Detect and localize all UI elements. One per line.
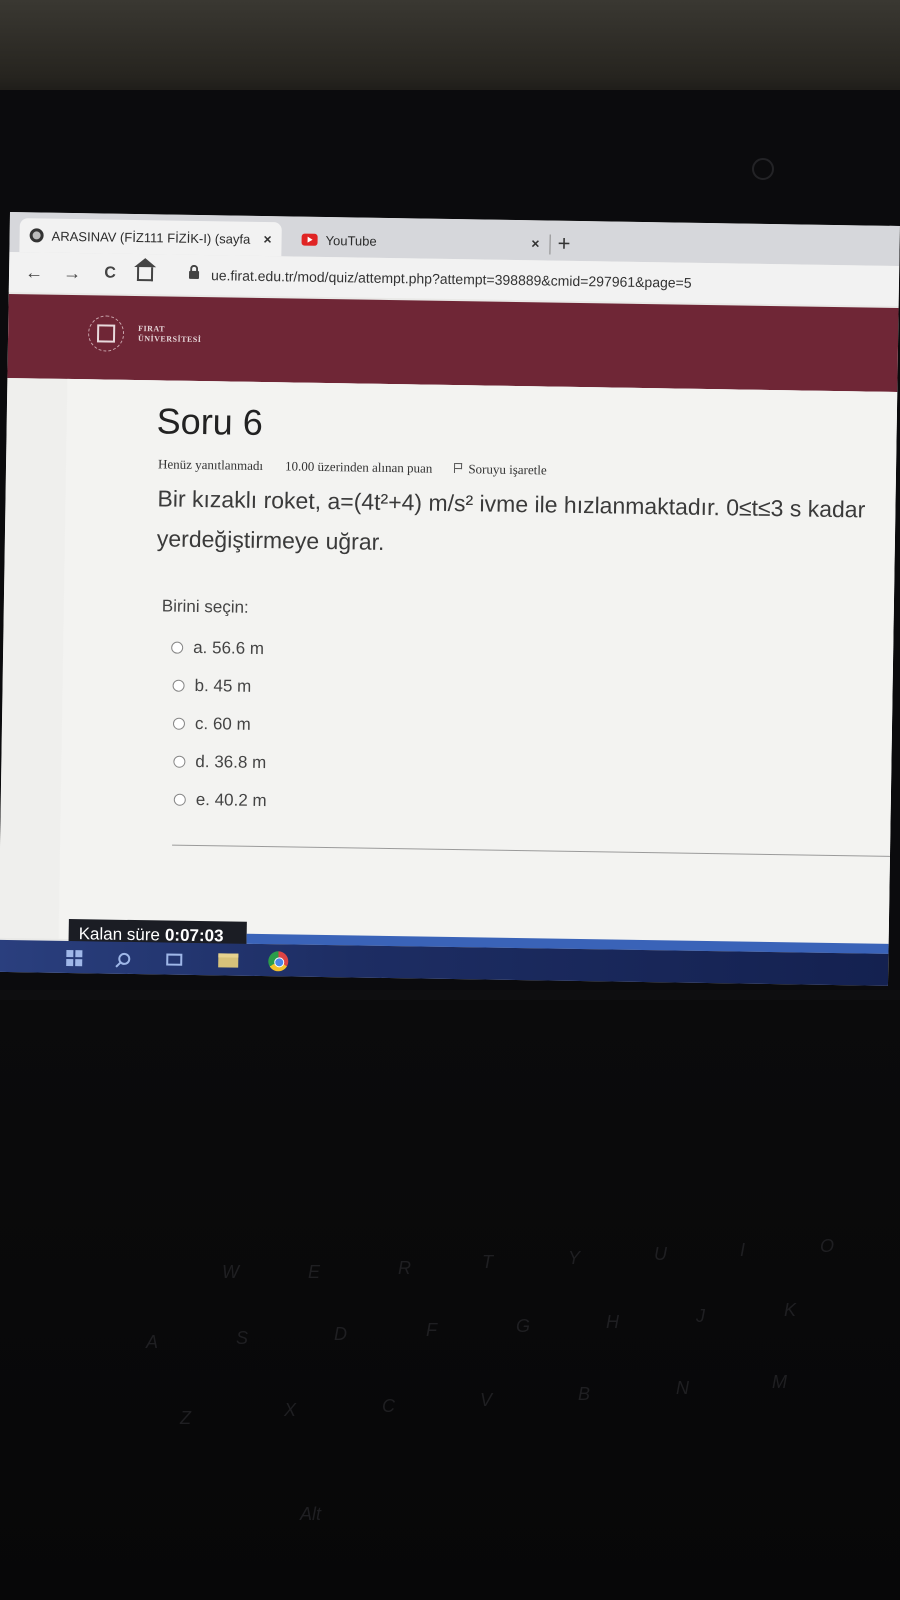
laptop-keyboard: W E R T Y U I O A S D F G H J K Z X C V … [0, 1000, 900, 1600]
reload-icon[interactable]: C [97, 264, 123, 282]
site-header: FIRAT ÜNİVERSİTESİ [7, 293, 899, 392]
option-label: d. 36.8 m [195, 751, 267, 773]
logo-emblem [96, 324, 116, 343]
key-x: X [284, 1400, 297, 1420]
key-t: T [482, 1252, 493, 1272]
answer-option-b[interactable]: b. 45 m [172, 667, 268, 707]
lock-icon[interactable] [188, 270, 200, 279]
key-k: K [784, 1300, 797, 1320]
option-label: c. 60 m [194, 713, 251, 734]
task-view-icon[interactable] [166, 953, 183, 966]
key-m: M [772, 1372, 787, 1392]
key-b: B [578, 1384, 591, 1404]
question-points: 10.00 üzerinden alınan puan [284, 458, 433, 476]
tab-quiz[interactable]: ARASINAV (FİZ111 FİZİK-I) (sayfa × [19, 218, 282, 257]
key-alt: Alt [300, 1504, 322, 1524]
flag-label: Soruyu işaretle [468, 461, 547, 478]
tab-title: ARASINAV (FİZ111 FİZİK-I) (sayfa [51, 228, 251, 247]
quiz-content: Soru 6 Henüz yanıtlanmadı 10.00 üzerinde… [0, 377, 898, 952]
key-g: G [516, 1316, 531, 1336]
search-icon[interactable] [118, 952, 131, 965]
option-label: a. 56.6 m [193, 637, 265, 659]
question-status: Henüz yanıtlanmadı [157, 456, 264, 474]
key-h: H [606, 1312, 619, 1332]
answer-options: a. 56.6 m b. 45 m c. 60 m d. 36.8 m e. 4… [168, 629, 269, 821]
chrome-icon[interactable] [268, 951, 289, 972]
key-c: C [382, 1396, 395, 1416]
key-e: E [308, 1262, 321, 1282]
radio-button[interactable] [173, 793, 186, 806]
key-r: R [398, 1258, 411, 1278]
back-icon[interactable]: ← [21, 262, 47, 283]
answer-option-e[interactable]: e. 40.2 m [173, 781, 267, 820]
key-j: J [696, 1306, 705, 1326]
key-f: F [426, 1320, 437, 1340]
tab-close-icon[interactable]: × [263, 231, 271, 247]
option-label: e. 40.2 m [195, 789, 267, 811]
answer-option-a[interactable]: a. 56.6 m [171, 629, 269, 669]
answer-option-d[interactable]: d. 36.8 m [173, 743, 267, 782]
key-z: Z [180, 1408, 191, 1428]
youtube-favicon-icon [301, 233, 318, 246]
webcam-icon [752, 158, 774, 180]
key-d: D [334, 1324, 347, 1344]
key-i: I [740, 1240, 746, 1260]
question-text: Bir kızaklı roket, a=(4t²+4) m/s² ivme i… [156, 485, 866, 555]
key-u: U [654, 1244, 667, 1264]
question-title: Soru 6 [156, 400, 264, 443]
forward-icon[interactable]: → [59, 262, 85, 283]
option-label: b. 45 m [194, 675, 252, 696]
radio-button[interactable] [171, 641, 184, 654]
answer-option-c[interactable]: c. 60 m [172, 705, 268, 744]
radio-button[interactable] [172, 717, 186, 730]
university-logo-icon[interactable] [87, 315, 125, 352]
key-s: S [236, 1328, 249, 1348]
address-bar[interactable]: ue.firat.edu.tr/mod/quiz/attempt.php?att… [211, 267, 692, 291]
logo-line-2: ÜNİVERSİTESİ [137, 334, 202, 345]
moodle-favicon-icon [29, 228, 44, 243]
radio-button[interactable] [173, 755, 186, 768]
key-y: Y [568, 1248, 581, 1268]
radio-button[interactable] [172, 679, 185, 692]
key-a: A [146, 1332, 159, 1352]
answer-prompt: Birini seçin: [161, 596, 249, 617]
new-tab-button[interactable]: + [557, 231, 570, 257]
tab-title: YouTube [325, 232, 377, 249]
file-explorer-icon[interactable] [218, 953, 239, 968]
tab-separator [549, 234, 551, 255]
tab-youtube[interactable]: YouTube × [291, 222, 550, 260]
home-icon[interactable] [136, 267, 154, 282]
tab-close-icon[interactable]: × [531, 235, 539, 251]
key-o: O [820, 1236, 835, 1256]
laptop-screen: ARASINAV (FİZ111 FİZİK-I) (sayfa × YouTu… [0, 212, 900, 986]
flag-question-link[interactable]: Soruyu işaretle [454, 461, 547, 478]
windows-start-icon[interactable] [66, 949, 83, 967]
key-w: W [222, 1262, 239, 1282]
key-v: V [480, 1390, 493, 1410]
key-n: N [676, 1378, 689, 1398]
flag-icon [454, 463, 463, 474]
university-name[interactable]: FIRAT ÜNİVERSİTESİ [138, 324, 202, 345]
